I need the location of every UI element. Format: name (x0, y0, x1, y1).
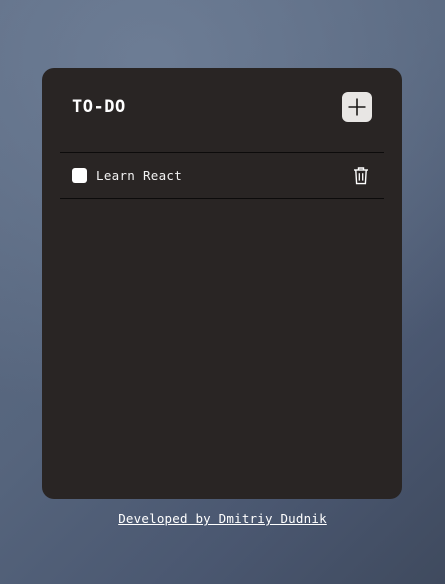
todo-label: Learn React (96, 168, 183, 183)
trash-icon (354, 166, 368, 184)
plus-icon (348, 98, 366, 116)
page-title: TO-DO (72, 97, 126, 117)
todo-checkbox[interactable] (72, 168, 87, 183)
developer-credit-link[interactable]: Developed by Dmitriy Dudnik (118, 511, 327, 526)
list-item: Learn React (60, 153, 384, 198)
footer: Developed by Dmitriy Dudnik (0, 508, 445, 527)
list-bottom-divider (60, 198, 384, 199)
add-todo-button[interactable] (342, 92, 372, 122)
todo-card: TO-DO Learn React (42, 68, 402, 499)
delete-todo-button[interactable] (352, 165, 370, 185)
